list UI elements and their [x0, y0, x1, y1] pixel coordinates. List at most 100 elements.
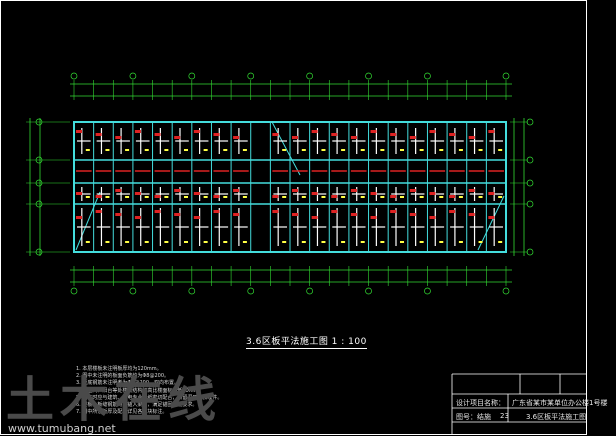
beam-mark — [213, 195, 220, 198]
title-block-project-name: 广东省某市某单位办公楼1号楼 — [512, 399, 608, 407]
beam-mark — [449, 195, 456, 198]
rebar-label — [498, 149, 503, 151]
beam-mark — [331, 210, 338, 213]
beam-mark — [233, 213, 240, 216]
beam-mark — [115, 189, 122, 192]
axis-bubble — [365, 287, 372, 295]
beam-mark — [488, 192, 495, 195]
axis-bubble — [424, 287, 431, 295]
beam-mark — [370, 216, 377, 219]
axis-bubble — [70, 287, 78, 295]
rebar-label — [400, 241, 404, 243]
beam-mark — [449, 210, 456, 213]
rebar-label — [164, 241, 169, 243]
rebar-label — [341, 149, 346, 151]
rebar-label — [478, 149, 483, 151]
rebar-label — [125, 196, 130, 198]
rebar-label — [301, 196, 306, 198]
axis-bubble — [365, 72, 372, 80]
stair-diagonal — [271, 121, 301, 176]
beam-mark — [390, 133, 397, 136]
beam-mark — [390, 210, 397, 213]
beam-mark — [174, 136, 181, 139]
watermark-logo: 土木在线 — [6, 372, 223, 428]
beam-mark — [292, 189, 298, 192]
beam-mark — [311, 216, 318, 219]
rebar-label — [360, 149, 365, 151]
rebar-label — [105, 241, 110, 243]
beam-mark — [468, 213, 475, 216]
rebar-label — [184, 196, 188, 198]
rebar-label — [144, 196, 149, 198]
beam-mark — [193, 192, 200, 195]
rebar-label — [498, 196, 503, 198]
beam-mark — [174, 189, 181, 192]
rebar-label — [223, 149, 228, 151]
rebar-label — [282, 241, 287, 243]
beam-mark — [331, 195, 338, 198]
rebar-label — [144, 241, 149, 243]
beam-mark — [409, 189, 416, 192]
rebar-label — [458, 196, 463, 198]
rebar-label — [242, 241, 247, 243]
rebar-label — [184, 149, 188, 151]
beam-mark — [350, 213, 357, 216]
rebar-label — [105, 149, 110, 151]
axis-bubble — [502, 72, 510, 80]
rebar-label — [380, 196, 385, 198]
rebar-label — [498, 241, 503, 243]
beam-mark — [115, 136, 122, 139]
rebar-label — [203, 196, 208, 198]
rebar-label — [321, 196, 326, 198]
axis-bubble — [188, 287, 196, 295]
rebar-label — [360, 196, 365, 198]
beam-mark — [76, 130, 82, 133]
rebar-label — [458, 241, 463, 243]
rebar-label — [380, 149, 385, 151]
beam-mark — [370, 192, 377, 195]
rebar-label — [282, 196, 287, 198]
rebar-label — [164, 149, 169, 151]
beam-mark — [134, 192, 141, 195]
beam-mark — [350, 136, 357, 139]
title-block-drawing-no-label: 图号：结施 — [456, 413, 491, 421]
axis-bubble — [424, 72, 431, 80]
beam-mark — [213, 210, 220, 213]
beam-mark — [468, 189, 475, 192]
rebar-label — [184, 241, 188, 243]
title-block-project-label: 设计项目名称： — [456, 399, 505, 407]
beam-mark — [331, 133, 338, 136]
axis-bubble — [502, 287, 510, 295]
rebar-label — [419, 196, 424, 198]
beam-mark — [429, 216, 436, 219]
beam-mark — [115, 213, 122, 216]
beam-mark — [449, 133, 456, 136]
beam-mark — [193, 216, 200, 219]
beam-mark — [154, 195, 161, 198]
beam-mark — [76, 216, 82, 219]
rebar-label — [380, 241, 385, 243]
rebar-label — [164, 196, 169, 198]
beam-mark — [311, 192, 318, 195]
rebar-label — [439, 241, 444, 243]
rebar-label — [478, 196, 483, 198]
rebar-label — [478, 241, 483, 243]
rebar-label — [341, 196, 346, 198]
rebar-label — [144, 149, 149, 151]
beam-mark — [95, 195, 102, 198]
beam-mark — [370, 130, 377, 133]
beam-mark — [488, 130, 495, 133]
rebar-label — [125, 149, 130, 151]
watermark-url: www.tumubang.net — [8, 422, 116, 435]
beam-mark — [76, 192, 82, 195]
rebar-label — [125, 241, 130, 243]
rebar-label — [301, 149, 306, 151]
rebar-label — [85, 149, 90, 151]
rebar-label — [321, 241, 326, 243]
beam-mark — [95, 210, 102, 213]
axis-bubble — [129, 287, 137, 295]
rebar-label — [439, 196, 444, 198]
rebar-label — [223, 241, 228, 243]
beam-mark — [233, 189, 240, 192]
title-block-drawing-name: 3.6区板平法施工图 — [526, 413, 587, 421]
